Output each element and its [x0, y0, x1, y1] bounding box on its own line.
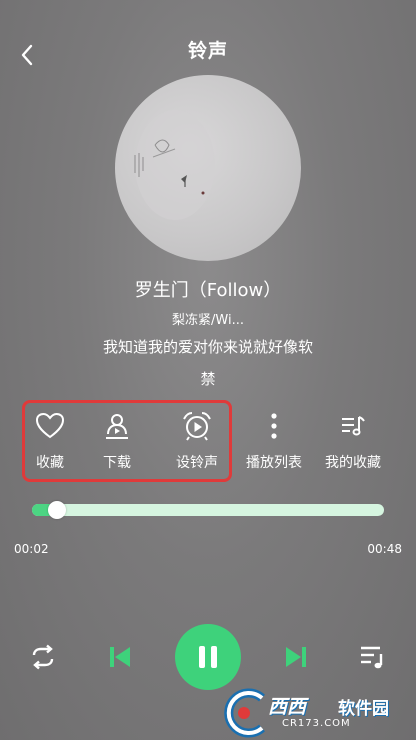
highlight-box: [22, 400, 232, 482]
song-title: 罗生门（Follow）: [134, 280, 282, 301]
playlist-menu-label: 播放列表: [246, 455, 302, 471]
play-pause-button[interactable]: [175, 624, 241, 690]
lyric-line: 我知道我的爱对你来说就好像软: [102, 338, 313, 356]
watermark-site-text: CR173.COM: [282, 718, 351, 729]
repeat-icon: [32, 644, 54, 670]
next-button[interactable]: [280, 641, 312, 673]
watermark: 西西 软件园 CR173.COM: [218, 686, 414, 740]
album-cover: [115, 75, 301, 261]
loop-mode-button[interactable]: [26, 640, 60, 674]
current-time: 00:02: [14, 542, 49, 556]
page-title: 铃声: [187, 40, 228, 62]
playlist-button[interactable]: [356, 641, 388, 673]
previous-button[interactable]: [104, 641, 136, 673]
total-time: 00:48: [367, 542, 402, 556]
playlist-menu-button[interactable]: 播放列表: [239, 408, 309, 478]
pause-icon: [199, 646, 217, 668]
watermark-logo-text: 西西: [268, 696, 307, 718]
my-favorites-label: 我的收藏: [325, 455, 381, 471]
album-art-image: [134, 110, 215, 220]
lyric-line-next: 禁: [200, 370, 216, 388]
more-vertical-icon: [271, 413, 277, 439]
watermark-brand-text: 软件园: [338, 699, 389, 719]
skip-previous-icon: [110, 647, 130, 667]
watermark-logo-icon: [224, 688, 265, 738]
progress-bar[interactable]: [32, 501, 384, 519]
artist-name[interactable]: 梨冻紧/Wi...: [0, 309, 416, 328]
skip-next-icon: [286, 647, 306, 667]
progress-thumb[interactable]: [48, 501, 66, 519]
playback-controls: [0, 624, 416, 690]
playlist-icon: [361, 646, 383, 669]
music-list-icon: [342, 416, 365, 436]
my-favorites-button[interactable]: 我的收藏: [318, 408, 388, 478]
